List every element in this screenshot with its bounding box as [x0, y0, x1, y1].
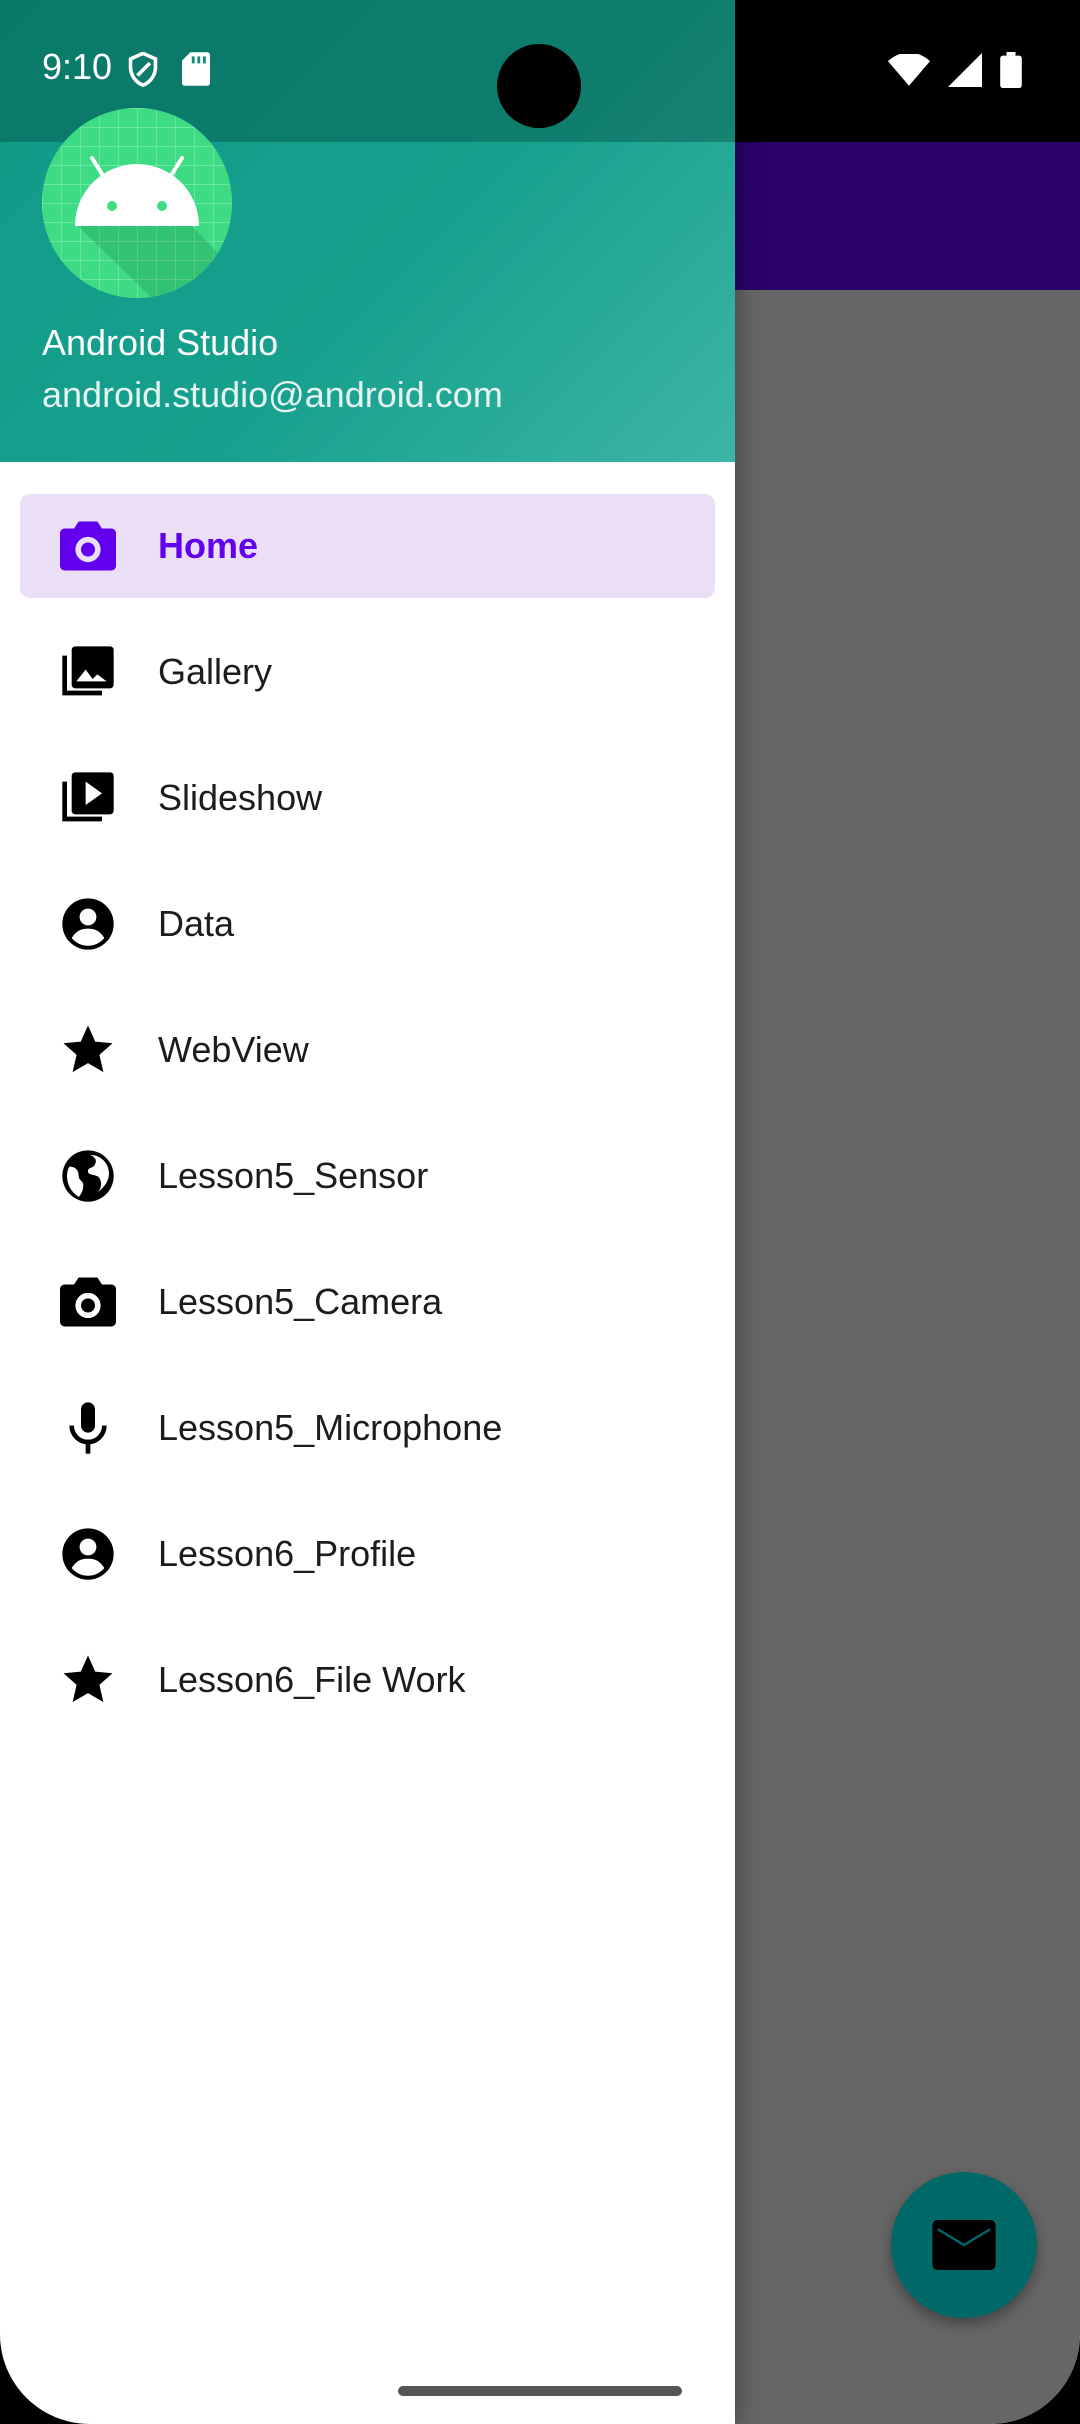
status-time: 9:10	[42, 46, 113, 87]
menu-item-label: Lesson6_Profile	[158, 1533, 417, 1574]
drawer-menu: Home Gallery Slideshow Data WebView Less…	[0, 494, 735, 1754]
header-email: android.studio@android.com	[42, 374, 503, 415]
menu-item-webview[interactable]: WebView	[20, 998, 715, 1102]
star-icon	[60, 1652, 116, 1708]
menu-item-data[interactable]: Data	[20, 872, 715, 976]
menu-item-label: WebView	[158, 1029, 309, 1070]
wifi-icon	[888, 54, 930, 86]
menu-item-lesson6-file-work[interactable]: Lesson6_File Work	[20, 1628, 715, 1732]
menu-item-gallery[interactable]: Gallery	[20, 620, 715, 724]
account-circle-icon	[60, 896, 116, 952]
camera-icon	[60, 518, 116, 574]
menu-item-label: Home	[158, 525, 259, 566]
battery-icon	[1000, 52, 1022, 88]
menu-item-label: Lesson6_File Work	[158, 1659, 466, 1700]
menu-item-lesson6-profile[interactable]: Lesson6_Profile	[20, 1502, 715, 1606]
menu-item-label: Lesson5_Camera	[158, 1281, 443, 1322]
account-circle-icon	[60, 1526, 116, 1582]
menu-item-label: Data	[158, 903, 235, 944]
status-icons-left	[126, 52, 210, 88]
star-icon	[60, 1022, 116, 1078]
microphone-icon	[60, 1400, 116, 1456]
camera-icon	[60, 1274, 116, 1330]
home-indicator[interactable]	[398, 2386, 682, 2396]
menu-item-lesson5-sensor[interactable]: Lesson5_Sensor	[20, 1124, 715, 1228]
status-icons-right	[888, 52, 1022, 88]
mail-icon	[932, 2220, 996, 2270]
menu-item-label: Gallery	[158, 651, 273, 692]
signal-icon	[948, 53, 982, 87]
slideshow-icon	[60, 770, 116, 826]
shield-icon	[128, 52, 158, 88]
sd-card-icon	[182, 52, 210, 86]
menu-item-lesson5-microphone[interactable]: Lesson5_Microphone	[20, 1376, 715, 1480]
camera-cutout	[497, 44, 581, 128]
menu-item-lesson5-camera[interactable]: Lesson5_Camera	[20, 1250, 715, 1354]
android-icon	[42, 108, 232, 298]
globe-icon	[60, 1148, 116, 1204]
navigation-drawer: 9:10 Android Studio android.studio@andro…	[0, 0, 735, 2424]
photo-library-icon	[60, 644, 116, 700]
header-name: Android Studio	[42, 322, 279, 363]
avatar	[42, 108, 232, 298]
menu-item-home[interactable]: Home	[20, 494, 715, 598]
mail-fab-button[interactable]	[891, 2172, 1037, 2318]
menu-item-label: Lesson5_Sensor	[158, 1155, 429, 1196]
menu-item-slideshow[interactable]: Slideshow	[20, 746, 715, 850]
menu-item-label: Lesson5_Microphone	[158, 1407, 503, 1448]
drawer-header: 9:10 Android Studio android.studio@andro…	[0, 0, 735, 462]
menu-item-label: Slideshow	[158, 777, 323, 818]
screen: ent 9:10	[0, 0, 1080, 2424]
